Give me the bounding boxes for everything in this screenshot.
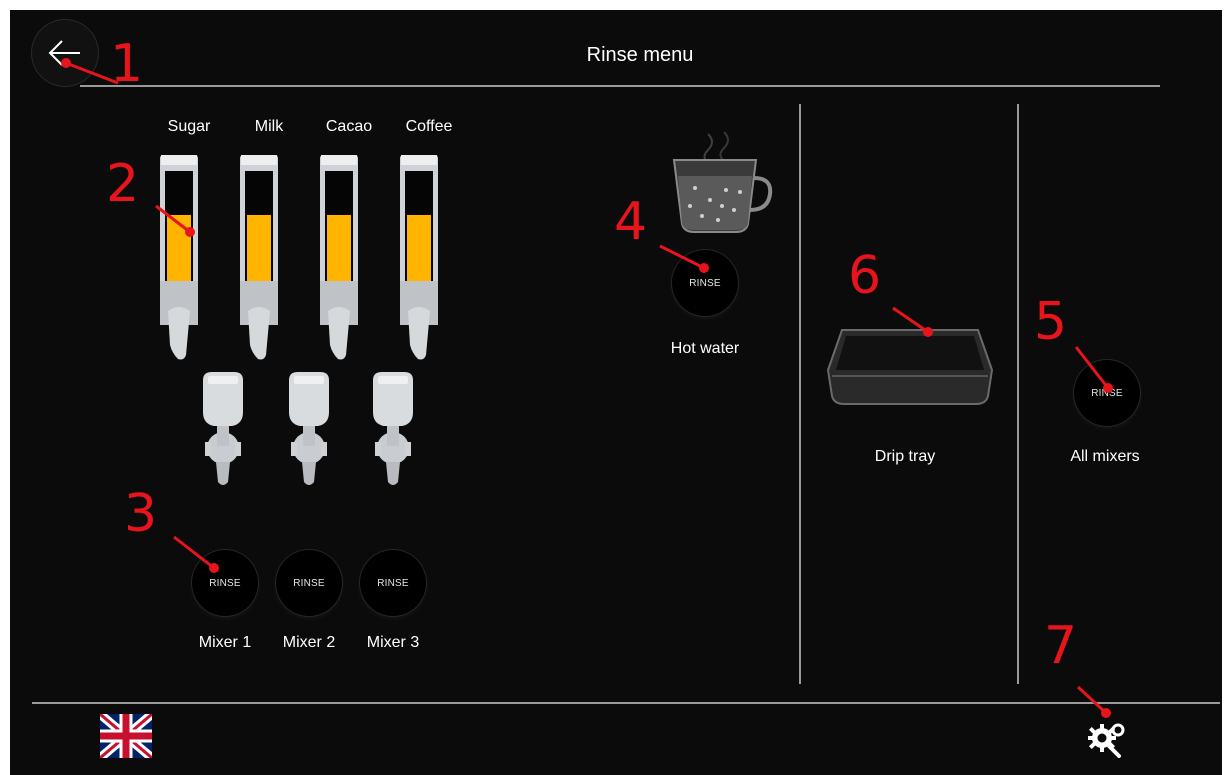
annotation-marker-3: 3: [124, 484, 158, 544]
annotation-marker-4: 4: [614, 192, 648, 252]
annotation-overlay: [61, 58, 1113, 718]
annotation-marker-1: 1: [110, 34, 144, 94]
annotation-marker-5: 5: [1034, 292, 1068, 352]
annotation-marker-6: 6: [848, 246, 882, 306]
annotation-marker-2: 2: [106, 154, 140, 214]
rinse-menu-screen: Rinse menu Sugar Milk Cacao Coffee RINSE…: [10, 10, 1222, 775]
annotation-marker-7: 7: [1044, 616, 1078, 676]
